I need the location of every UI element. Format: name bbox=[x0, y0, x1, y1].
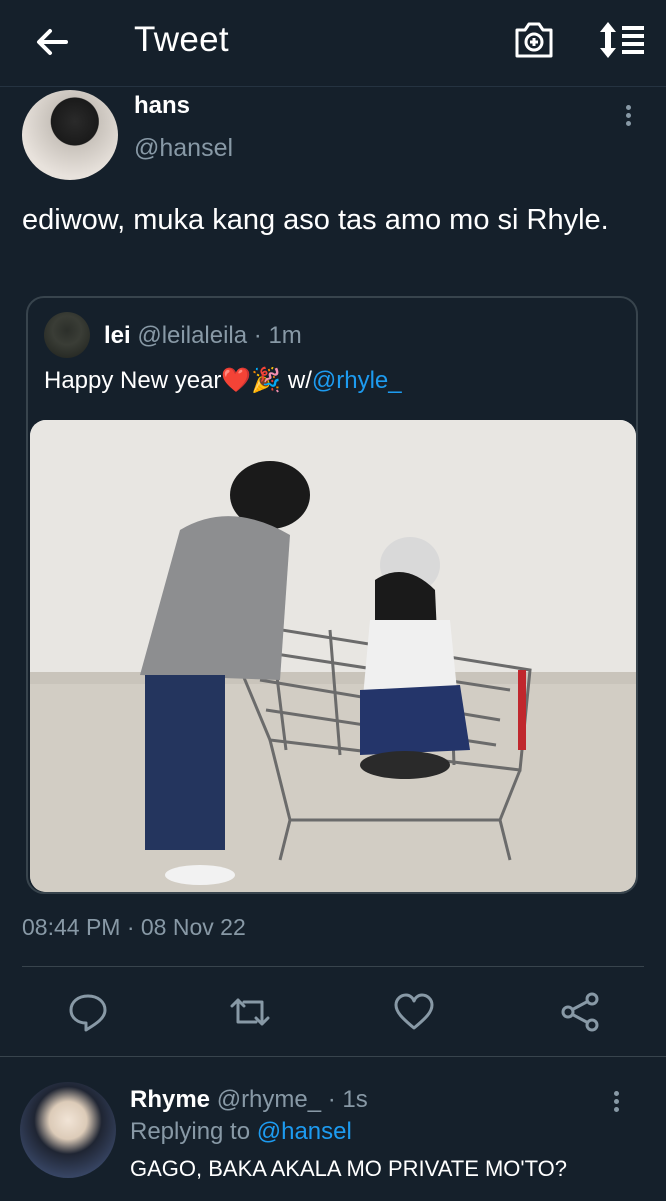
author-handle[interactable]: @hansel bbox=[134, 134, 233, 163]
quoted-author-handle: @leilaleila bbox=[137, 322, 248, 349]
quoted-author-avatar bbox=[44, 312, 90, 358]
sort-icon bbox=[600, 22, 644, 58]
top-app-bar: Tweet bbox=[0, 0, 666, 87]
reply-time: · 1s bbox=[327, 1086, 368, 1113]
share-icon bbox=[561, 992, 599, 1032]
quoted-mention-link[interactable]: @rhyle_ bbox=[312, 367, 402, 394]
reply-header: Rhyme @rhyme_ · 1s bbox=[130, 1086, 368, 1114]
reply-more-options-icon[interactable] bbox=[606, 1088, 626, 1118]
replying-to: Replying to @hansel bbox=[130, 1118, 352, 1146]
author-name[interactable]: hans bbox=[134, 92, 190, 120]
quoted-author-name: lei bbox=[104, 322, 131, 349]
more-options-icon[interactable] bbox=[618, 102, 638, 132]
like-icon bbox=[394, 993, 434, 1030]
tweet-timestamp: 08:44 PM · 08 Nov 22 bbox=[22, 914, 246, 940]
author-avatar[interactable] bbox=[22, 90, 118, 180]
retweet-button[interactable] bbox=[228, 990, 272, 1034]
quoted-text-with: w/ bbox=[281, 367, 312, 394]
photo-illustration bbox=[30, 420, 636, 892]
quoted-text-prefix: Happy New year bbox=[44, 367, 222, 394]
quoted-tweet[interactable]: lei @leilaleila · 1m Happy New year❤️🎉 w… bbox=[26, 296, 638, 894]
arrow-left-icon bbox=[37, 29, 68, 55]
sort-button[interactable] bbox=[594, 18, 648, 62]
reply-author-handle[interactable]: @rhyme_ bbox=[217, 1086, 321, 1113]
reply-icon bbox=[69, 994, 107, 1032]
retweet-icon bbox=[230, 998, 270, 1026]
reply-author-avatar[interactable] bbox=[20, 1082, 116, 1178]
tweet-text: ediwow, muka kang aso tas amo mo si Rhyl… bbox=[22, 204, 609, 236]
quoted-tweet-text: Happy New year❤️🎉 w/@rhyle_ bbox=[44, 366, 402, 395]
camera-add-icon bbox=[515, 22, 553, 58]
back-button[interactable] bbox=[30, 22, 74, 62]
replying-to-label: Replying to bbox=[130, 1118, 257, 1145]
quoted-tweet-photo[interactable] bbox=[30, 420, 636, 892]
party-emoji: 🎉 bbox=[251, 367, 282, 394]
quoted-tweet-time: · 1m bbox=[253, 322, 302, 349]
share-button[interactable] bbox=[558, 990, 602, 1034]
reply-author-name[interactable]: Rhyme bbox=[130, 1086, 210, 1113]
replying-to-handle[interactable]: @hansel bbox=[257, 1118, 352, 1145]
like-button[interactable] bbox=[392, 990, 436, 1034]
camera-button[interactable] bbox=[510, 18, 558, 62]
divider bbox=[22, 966, 644, 967]
page-title: Tweet bbox=[134, 20, 229, 59]
heart-emoji: ❤️ bbox=[221, 367, 252, 394]
reply-button[interactable] bbox=[66, 990, 110, 1034]
reply-text: GAGO, BAKA AKALA MO PRIVATE MO'TO? bbox=[130, 1156, 568, 1181]
quoted-tweet-header: lei @leilaleila · 1m bbox=[104, 322, 302, 350]
